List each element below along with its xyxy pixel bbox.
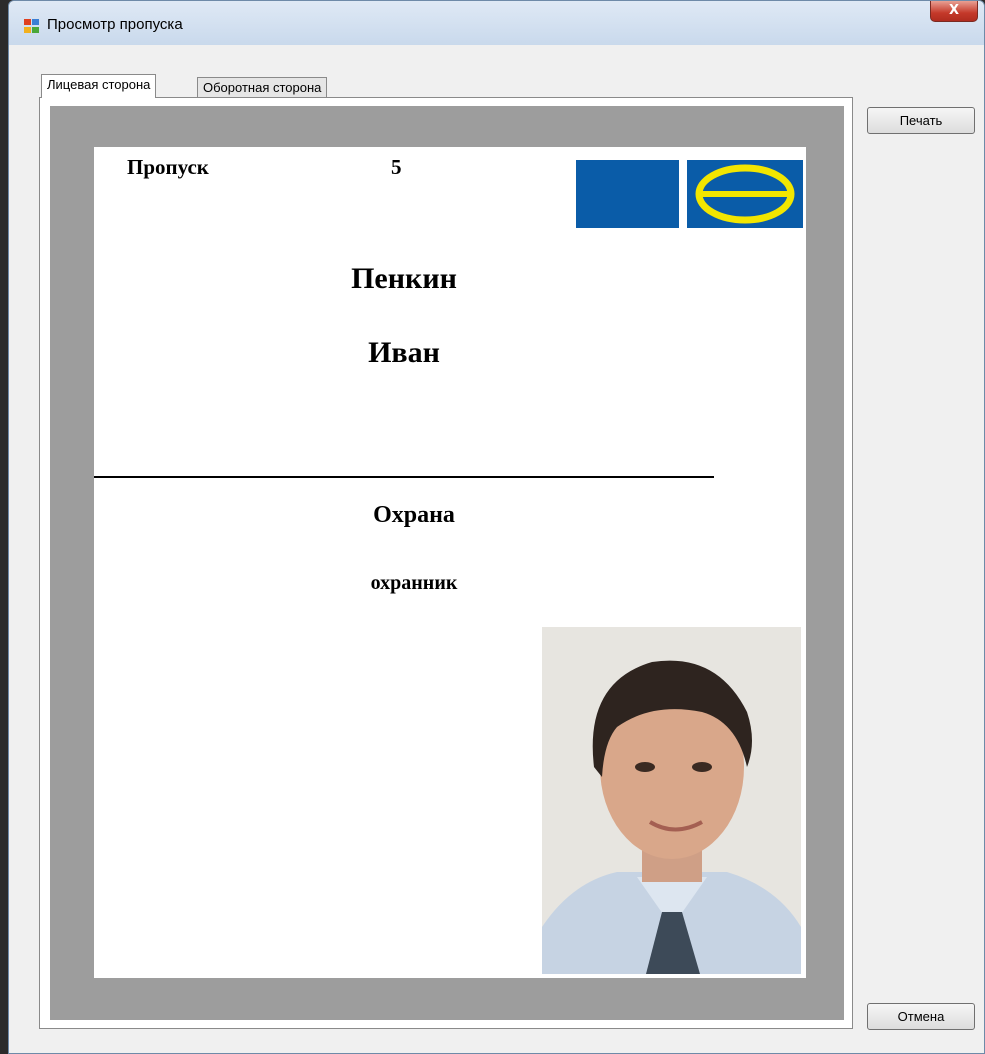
company-logo-icon — [687, 160, 803, 228]
tab-panel-front: Пропуск 5 Пенкин Иван Охрана охранник — [39, 97, 853, 1029]
employee-photo — [542, 627, 801, 974]
logo-blue-block — [576, 160, 679, 228]
pass-preview-area: Пропуск 5 Пенкин Иван Охрана охранник — [50, 106, 844, 1020]
first-name: Иван — [368, 336, 440, 369]
card-divider — [94, 476, 714, 478]
window-client-area: Лицевая сторона Оборотная сторона Пропус… — [11, 45, 982, 1051]
title-bar[interactable]: Просмотр пропуска X — [9, 1, 984, 45]
close-button[interactable]: X — [930, 1, 978, 22]
window-title: Просмотр пропуска — [47, 16, 183, 33]
print-button[interactable]: Печать — [867, 107, 975, 134]
pass-card: Пропуск 5 Пенкин Иван Охрана охранник — [94, 147, 806, 978]
tab-front-side[interactable]: Лицевая сторона — [41, 74, 157, 98]
position: охранник — [370, 572, 458, 594]
pass-number: 5 — [391, 155, 402, 179]
last-name: Пенкин — [351, 262, 457, 295]
cancel-button[interactable]: Отмена — [867, 1003, 975, 1030]
department: Охрана — [373, 502, 455, 528]
tab-back-side[interactable]: Оборотная сторона — [197, 77, 328, 99]
pass-viewer-window: Просмотр пропуска X Лицевая сторона Обор… — [8, 0, 985, 1054]
app-icon — [24, 19, 39, 33]
pass-label: Пропуск — [127, 155, 209, 179]
